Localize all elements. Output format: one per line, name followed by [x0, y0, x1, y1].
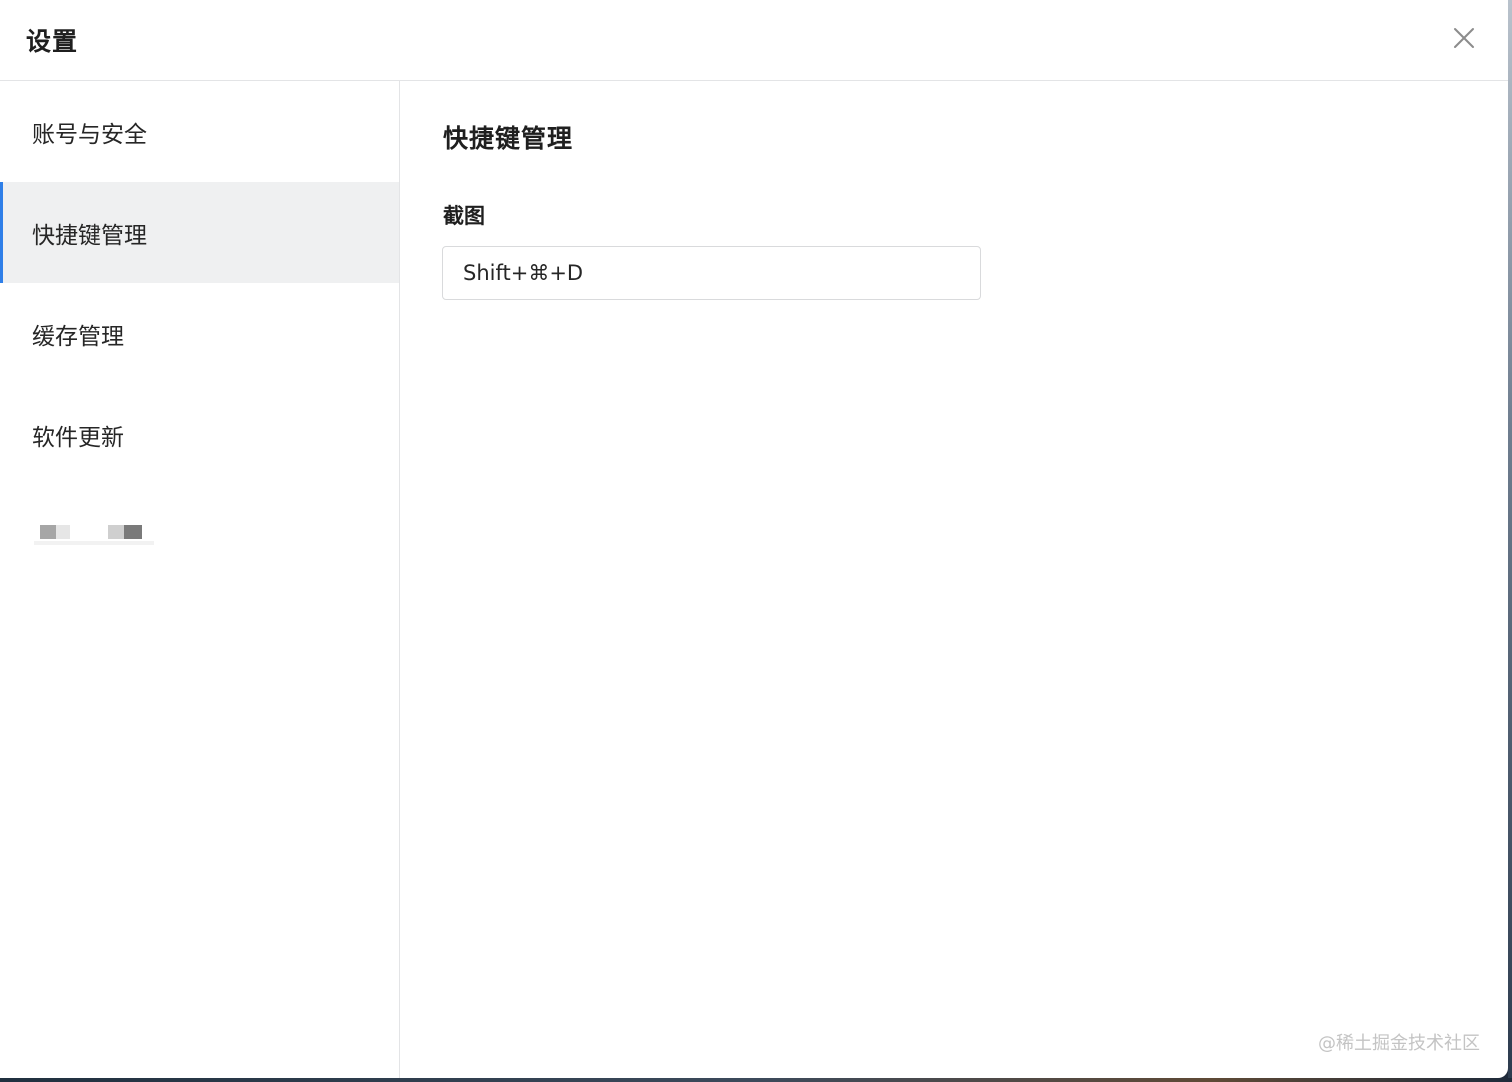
window-title: 设置	[26, 27, 79, 56]
close-button[interactable]	[1448, 22, 1480, 54]
screenshot-shortcut-input[interactable]	[442, 246, 981, 300]
sidebar-item-label: 账号与安全	[32, 121, 147, 148]
section-title: 快捷键管理	[443, 124, 574, 153]
desktop-background-bottom	[0, 1078, 1512, 1082]
sidebar-item-account-security[interactable]: 账号与安全	[0, 81, 399, 182]
sidebar-item-cache[interactable]: 缓存管理	[0, 283, 399, 384]
settings-sidebar: 账号与安全 快捷键管理 缓存管理 软件更新	[0, 81, 400, 1078]
close-icon	[1454, 28, 1474, 48]
sidebar-item-shortcuts[interactable]: 快捷键管理	[0, 182, 399, 283]
sidebar-item-software-update[interactable]: 软件更新	[0, 384, 399, 485]
settings-window: 设置 账号与安全 快捷键管理 缓存管理 软件更新 快捷键管理 截图 Shift+…	[0, 0, 1508, 1078]
watermark: @稀土掘金技术社区	[1318, 1033, 1480, 1054]
window-header: 设置	[0, 0, 1508, 81]
desktop-background	[1508, 0, 1512, 1082]
screenshot-shortcut-label: 截图	[443, 204, 485, 228]
settings-content: 快捷键管理 截图 @稀土掘金技术社区	[401, 81, 1508, 1078]
sidebar-item-label: 缓存管理	[32, 323, 124, 350]
sidebar-item-label: 快捷键管理	[32, 222, 147, 249]
redacted-item	[34, 523, 158, 553]
sidebar-item-label: 软件更新	[32, 424, 124, 451]
